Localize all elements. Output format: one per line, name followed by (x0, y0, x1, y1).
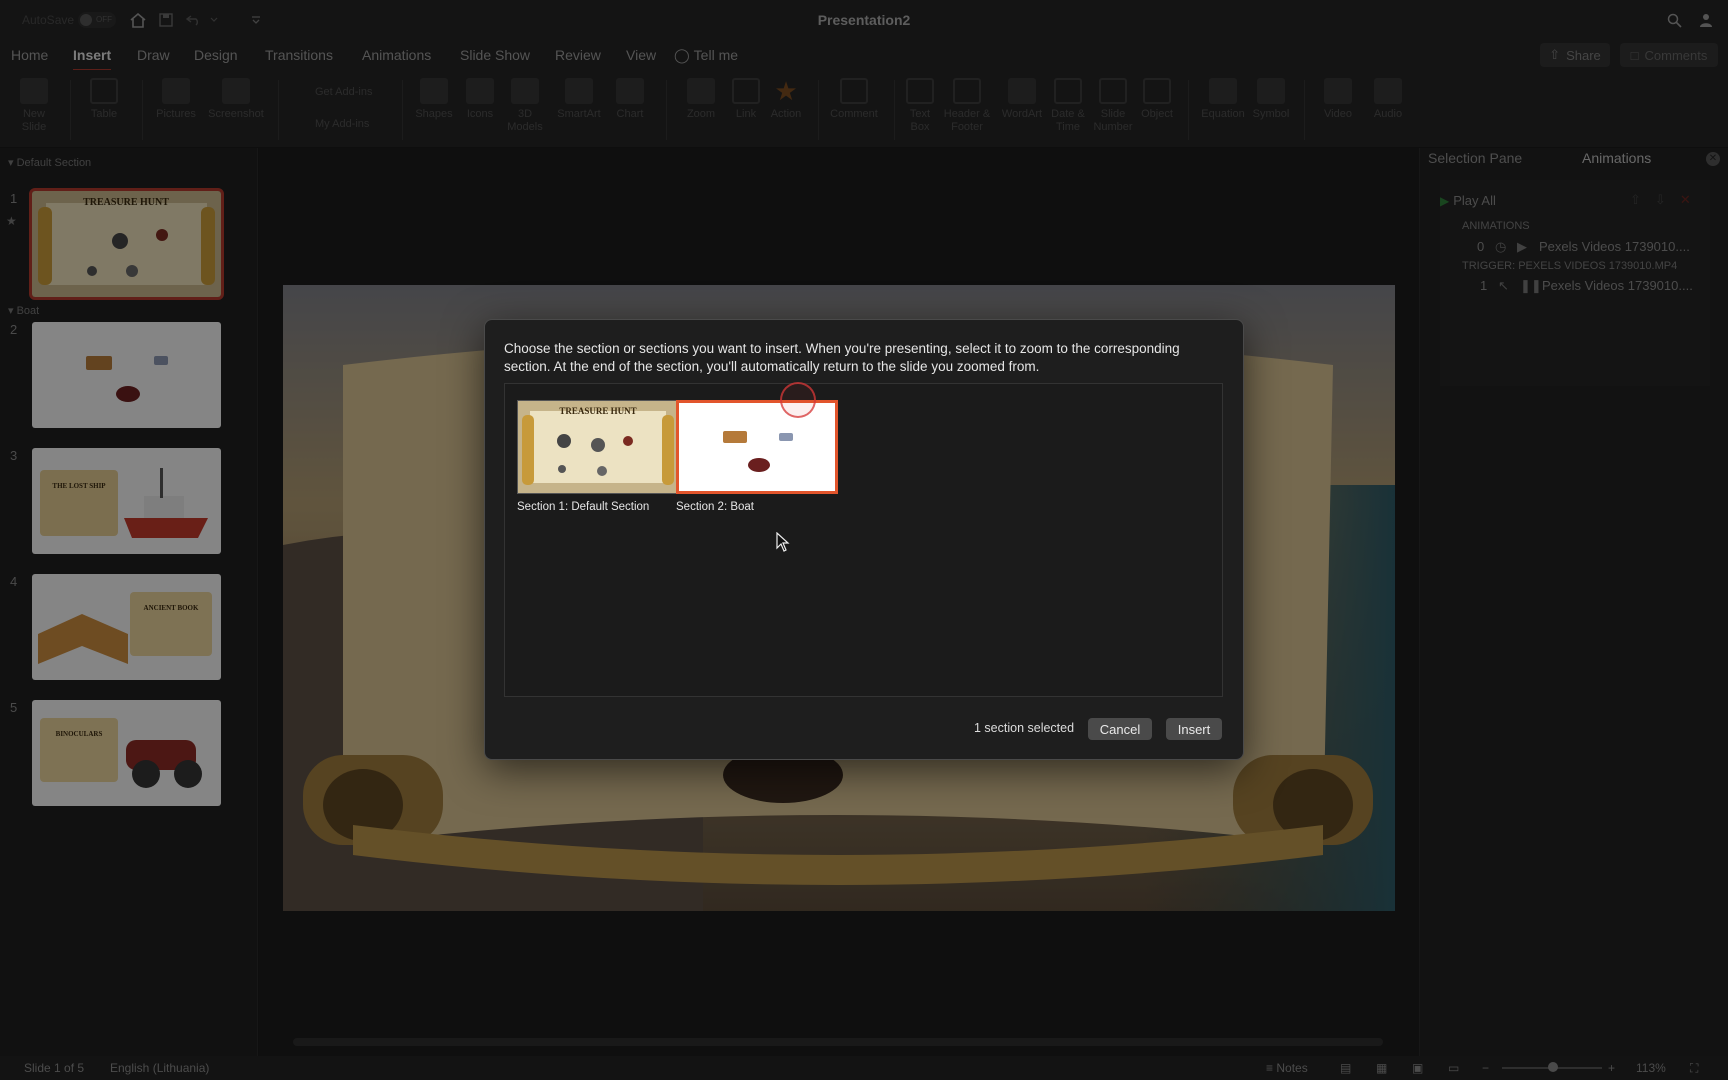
section-1-image: TREASURE HUNT (518, 401, 678, 493)
mouse-pointer-icon (776, 531, 790, 557)
section-item-2[interactable]: Section 2: Boat (676, 400, 838, 513)
section-list: TREASURE HUNT Section 1: Default Section… (504, 383, 1223, 697)
dialog-message: Choose the section or sections you want … (504, 341, 1180, 374)
section-caption: Section 1: Default Section (517, 501, 650, 513)
insert-section-zoom-dialog: Choose the section or sections you want … (484, 319, 1244, 760)
section-thumbnail: TREASURE HUNT (517, 400, 679, 494)
section-item-1[interactable]: TREASURE HUNT Section 1: Default Section (517, 400, 679, 513)
selection-count: 1 section selected (974, 721, 1075, 735)
section-1-title: TREASURE HUNT (559, 406, 636, 416)
section-2-image (679, 403, 835, 491)
click-indicator (780, 382, 816, 418)
section-caption: Section 2: Boat (676, 501, 754, 513)
section-thumbnail (676, 400, 838, 494)
cancel-button[interactable]: Cancel (1088, 718, 1152, 740)
insert-button[interactable]: Insert (1166, 718, 1222, 740)
